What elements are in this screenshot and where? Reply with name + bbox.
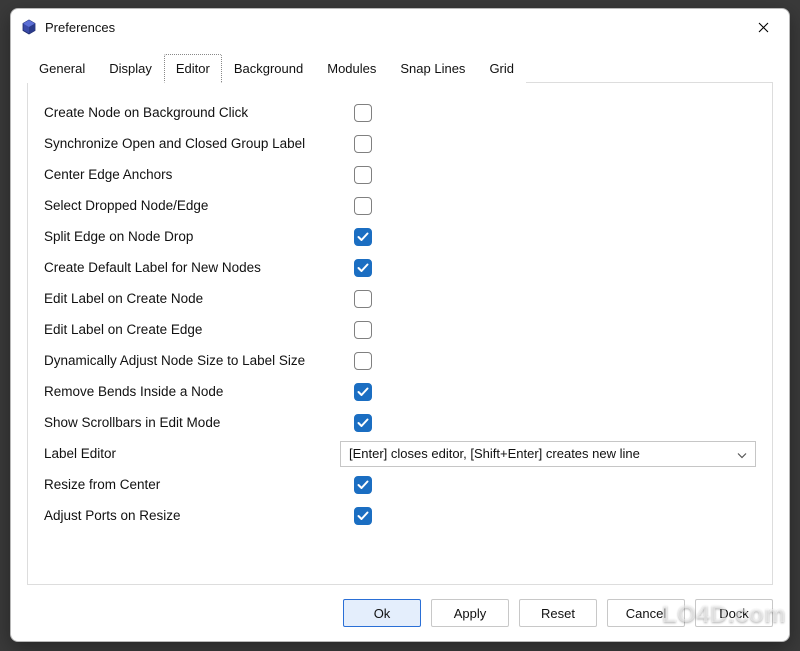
apply-button[interactable]: Apply	[431, 599, 509, 627]
cancel-button[interactable]: Cancel	[607, 599, 685, 627]
check-icon	[357, 232, 369, 242]
option-label: Synchronize Open and Closed Group Label	[44, 136, 354, 151]
preferences-window: Preferences GeneralDisplayEditorBackgrou…	[10, 8, 790, 642]
checkbox[interactable]	[354, 166, 372, 184]
content-area: GeneralDisplayEditorBackgroundModulesSna…	[11, 45, 789, 585]
reset-button[interactable]: Reset	[519, 599, 597, 627]
app-icon	[21, 19, 37, 35]
tab-general[interactable]: General	[27, 54, 97, 83]
option-row: Edit Label on Create Edge	[44, 314, 756, 345]
label-editor-label: Label Editor	[44, 446, 340, 461]
option-label: Adjust Ports on Resize	[44, 508, 354, 523]
option-row: Remove Bends Inside a Node	[44, 376, 756, 407]
option-row: Resize from Center	[44, 469, 756, 500]
option-label: Create Default Label for New Nodes	[44, 260, 354, 275]
check-icon	[357, 263, 369, 273]
option-label: Remove Bends Inside a Node	[44, 384, 354, 399]
tab-bar: GeneralDisplayEditorBackgroundModulesSna…	[27, 53, 773, 82]
editor-panel: Create Node on Background Click Synchroni…	[27, 82, 773, 585]
option-row: Edit Label on Create Node	[44, 283, 756, 314]
check-icon	[357, 480, 369, 490]
checkbox[interactable]	[354, 383, 372, 401]
option-row: Create Node on Background Click	[44, 97, 756, 128]
dock-button[interactable]: Dock	[695, 599, 773, 627]
option-label: Edit Label on Create Node	[44, 291, 354, 306]
tab-background[interactable]: Background	[222, 54, 315, 83]
check-icon	[357, 387, 369, 397]
close-icon	[758, 22, 769, 33]
tab-snap-lines[interactable]: Snap Lines	[388, 54, 477, 83]
check-icon	[357, 511, 369, 521]
checkbox[interactable]	[354, 228, 372, 246]
option-row: Adjust Ports on Resize	[44, 500, 756, 531]
check-icon	[357, 418, 369, 428]
ok-button[interactable]: Ok	[343, 599, 421, 627]
option-label: Resize from Center	[44, 477, 354, 492]
checkbox[interactable]	[354, 135, 372, 153]
tab-editor[interactable]: Editor	[164, 54, 222, 83]
option-row: Dynamically Adjust Node Size to Label Si…	[44, 345, 756, 376]
checkbox[interactable]	[354, 290, 372, 308]
option-label: Center Edge Anchors	[44, 167, 354, 182]
option-row: Show Scrollbars in Edit Mode	[44, 407, 756, 438]
tab-grid[interactable]: Grid	[477, 54, 526, 83]
tab-display[interactable]: Display	[97, 54, 164, 83]
checkbox[interactable]	[354, 414, 372, 432]
option-row: Split Edge on Node Drop	[44, 221, 756, 252]
titlebar: Preferences	[11, 9, 789, 45]
option-label: Select Dropped Node/Edge	[44, 198, 354, 213]
option-row: Select Dropped Node/Edge	[44, 190, 756, 221]
option-row: Synchronize Open and Closed Group Label	[44, 128, 756, 159]
checkbox[interactable]	[354, 476, 372, 494]
option-row: Create Default Label for New Nodes	[44, 252, 756, 283]
chevron-down-icon	[737, 446, 747, 461]
checkbox[interactable]	[354, 321, 372, 339]
label-editor-value: [Enter] closes editor, [Shift+Enter] cre…	[349, 446, 640, 461]
checkbox[interactable]	[354, 352, 372, 370]
option-row: Center Edge Anchors	[44, 159, 756, 190]
row-label-editor: Label Editor [Enter] closes editor, [Shi…	[44, 438, 756, 469]
option-label: Split Edge on Node Drop	[44, 229, 354, 244]
checkbox[interactable]	[354, 259, 372, 277]
window-title: Preferences	[45, 20, 749, 35]
label-editor-dropdown[interactable]: [Enter] closes editor, [Shift+Enter] cre…	[340, 441, 756, 467]
checkbox[interactable]	[354, 197, 372, 215]
option-label: Create Node on Background Click	[44, 105, 354, 120]
option-label: Show Scrollbars in Edit Mode	[44, 415, 354, 430]
tab-modules[interactable]: Modules	[315, 54, 388, 83]
close-button[interactable]	[749, 13, 777, 41]
button-bar: Ok Apply Reset Cancel Dock	[11, 585, 789, 641]
option-label: Dynamically Adjust Node Size to Label Si…	[44, 353, 354, 368]
checkbox[interactable]	[354, 507, 372, 525]
option-label: Edit Label on Create Edge	[44, 322, 354, 337]
checkbox[interactable]	[354, 104, 372, 122]
